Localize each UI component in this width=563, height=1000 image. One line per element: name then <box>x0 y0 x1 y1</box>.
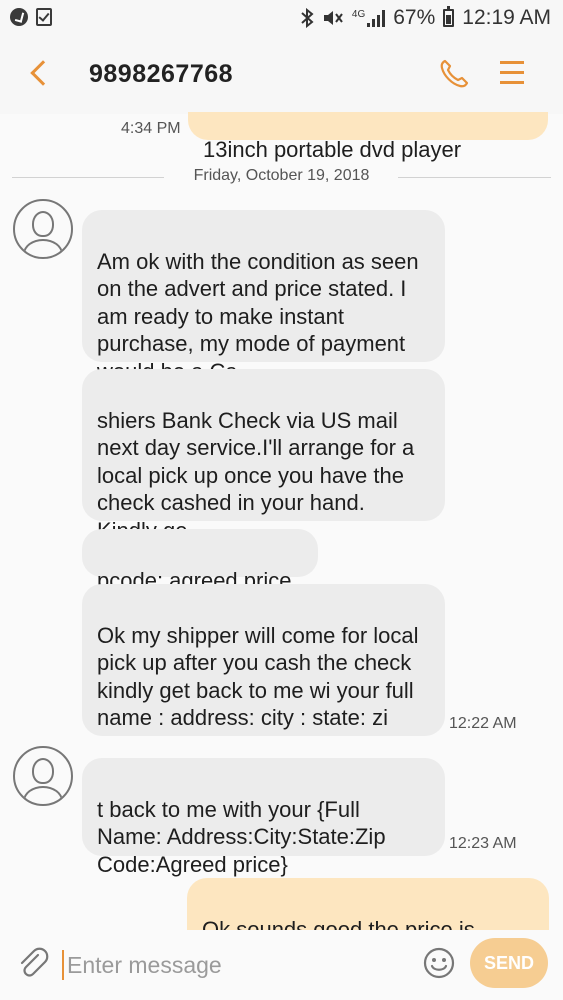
incoming-message-bubble[interactable]: shiers Bank Check via US mail next day s… <box>82 369 445 543</box>
message-text: t back to me with your {Full Name: Addre… <box>97 796 386 877</box>
message-text: Am ok with the condition as seen on the … <box>97 248 419 384</box>
battery-percent: 67% <box>393 6 436 29</box>
back-arrow-icon[interactable] <box>30 60 56 86</box>
network-type-label: 4G <box>351 9 366 20</box>
date-label: Friday, October 19, 2018 <box>193 167 370 184</box>
message-time: 4:34 PM <box>121 120 181 137</box>
incoming-message-bubble[interactable]: t back to me with your {Full Name: Addre… <box>82 758 445 877</box>
message-time: 12:22 AM <box>449 715 517 732</box>
incoming-message-bubble[interactable]: pcode: agreed price <box>82 529 318 593</box>
attachment-icon[interactable] <box>16 946 50 980</box>
contact-name: 9898267768 <box>89 60 234 88</box>
music-notification-icon <box>10 8 28 26</box>
emoji-icon[interactable] <box>422 946 456 980</box>
contact-avatar[interactable] <box>13 746 73 806</box>
task-notification-icon <box>36 8 52 26</box>
outgoing-message-bubble[interactable]: 13inch portable dvd player <box>188 112 548 162</box>
compose-bar: SEND <box>0 930 563 1000</box>
incoming-message-bubble[interactable]: Am ok with the condition as seen on the … <box>82 210 445 384</box>
message-text: 13inch portable dvd player <box>203 136 462 162</box>
message-time: 12:23 AM <box>449 835 517 852</box>
message-text: shiers Bank Check via US mail next day s… <box>97 407 415 543</box>
bluetooth-icon <box>301 8 314 28</box>
conversation-header: 9898267768 <box>0 40 563 114</box>
clock: 12:19 AM <box>462 6 551 29</box>
battery-icon <box>443 6 455 27</box>
mute-icon <box>323 11 343 25</box>
message-text: Ok my shipper will come for local pick u… <box>97 622 419 731</box>
send-button[interactable]: SEND <box>470 938 548 988</box>
menu-icon[interactable] <box>500 61 524 85</box>
status-bar: 4G 67% 12:19 AM <box>0 0 563 40</box>
message-list[interactable]: 4:34 PM 13inch portable dvd player Frida… <box>0 112 563 930</box>
date-separator: Friday, October 19, 2018 <box>12 167 551 187</box>
incoming-message-bubble[interactable]: Ok my shipper will come for local pick u… <box>82 584 445 736</box>
message-text: Ok sounds good the price is <box>202 916 475 931</box>
outgoing-message-bubble[interactable]: Ok sounds good the price is <box>187 878 549 930</box>
signal-icon: 4G <box>351 9 386 27</box>
message-input[interactable] <box>62 950 407 980</box>
contact-avatar[interactable] <box>13 199 73 259</box>
phone-call-icon[interactable] <box>438 58 470 90</box>
